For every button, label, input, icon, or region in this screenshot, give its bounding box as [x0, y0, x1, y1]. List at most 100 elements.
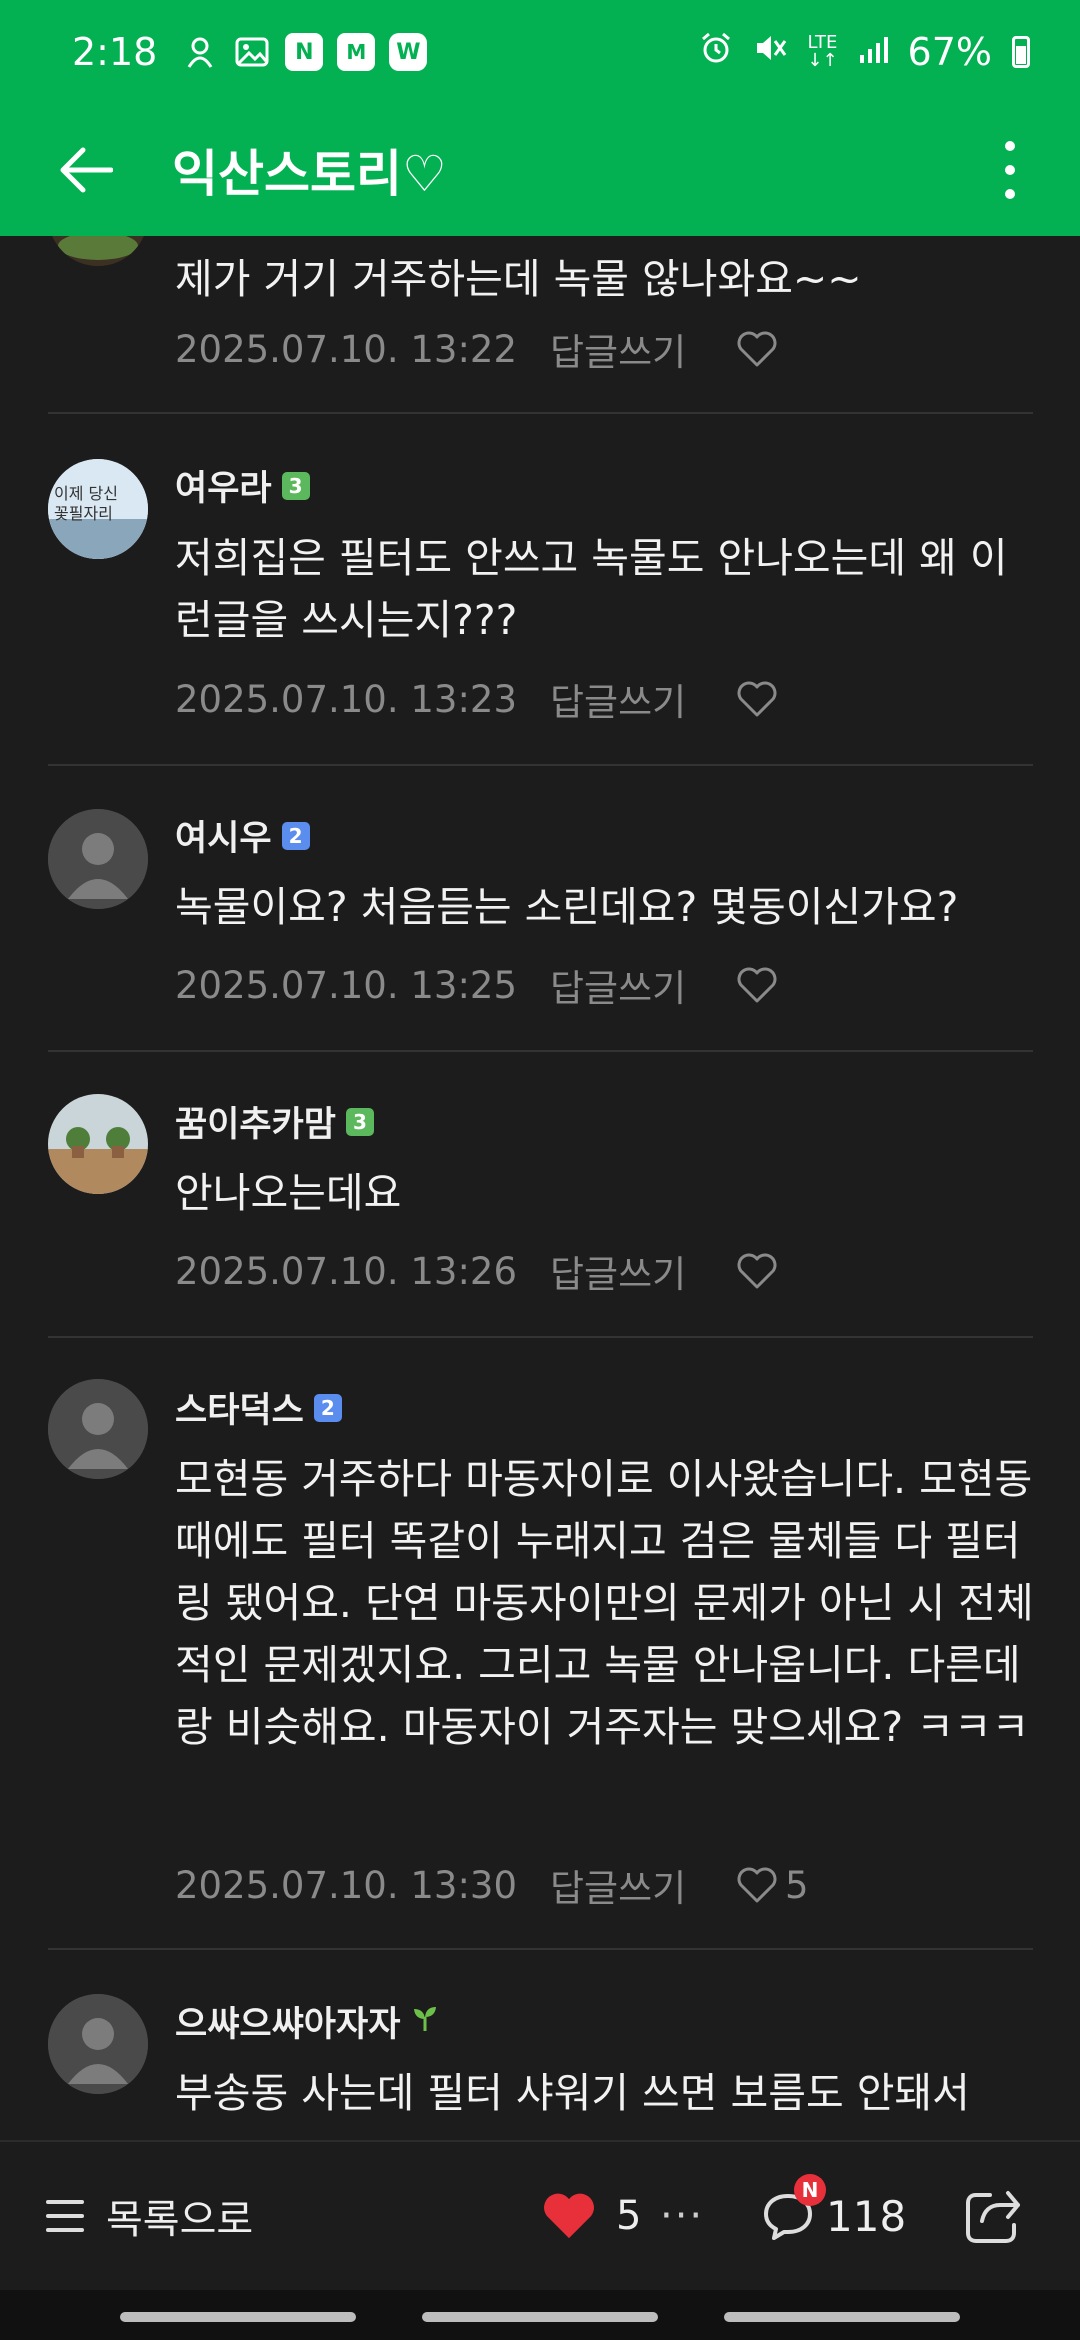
- comment-author[interactable]: 여시우 2: [175, 810, 310, 861]
- heart-outline-icon: [737, 1253, 777, 1289]
- comment-date: 2025.07.10. 13:30: [175, 1863, 517, 1907]
- alarm-icon: [699, 30, 733, 74]
- divider: [48, 1948, 1033, 1950]
- share-icon: [966, 2191, 1020, 2243]
- mute-icon: [753, 30, 787, 74]
- like-button[interactable]: 5: [735, 1864, 809, 1907]
- member-level-badge: 3: [346, 1107, 375, 1136]
- webtoon-icon: W: [389, 33, 428, 71]
- member-level-badge: 2: [313, 1393, 342, 1422]
- comment-count: 118: [826, 2191, 907, 2241]
- status-bar: 2:18 N M W LTE ↓↑ 67%: [0, 0, 1080, 104]
- comment-list[interactable]: 제가 거기 거주하는데 녹물 않나와요~~ 2025.07.10. 13:22 …: [0, 236, 1080, 2140]
- back-button[interactable]: [30, 115, 140, 225]
- app-notification-icon: [181, 33, 219, 71]
- back-arrow-icon: [60, 147, 113, 193]
- comment-text: 안나오는데요: [175, 1169, 402, 1217]
- notification-icons: N M W: [181, 33, 428, 71]
- mstock-icon: M: [337, 33, 376, 71]
- like-button[interactable]: [735, 329, 779, 369]
- svg-text:이제 당신: 이제 당신: [54, 484, 118, 503]
- like-button[interactable]: [735, 1251, 779, 1291]
- like-button[interactable]: [735, 965, 779, 1005]
- avatar[interactable]: [48, 809, 148, 909]
- lte-label: LTE: [807, 32, 838, 53]
- back-to-list-button[interactable]: 목록으로: [46, 2187, 253, 2245]
- battery-percent: 67%: [907, 30, 992, 74]
- comment-author[interactable]: 으쌰으쌰아자자: [175, 1996, 440, 2047]
- new-comment-badge: N: [794, 2174, 826, 2206]
- signal-icon: [858, 30, 888, 74]
- bottom-action-bar: 목록으로 5 ··· N 118: [0, 2140, 1080, 2290]
- author-name: 꿈이추카맘: [175, 1105, 337, 1145]
- back-to-list-label: 목록으로: [106, 2197, 254, 2243]
- comment-text: 녹물이요? 처음듣는 소린데요? 몇동이신가요?: [175, 883, 959, 931]
- system-navigation-bar: [0, 2290, 1080, 2340]
- comment-author[interactable]: 꿈이추카맘 3: [175, 1096, 375, 1147]
- like-list-more-button[interactable]: ···: [660, 2193, 704, 2239]
- comment-date: 2025.07.10. 13:25: [175, 963, 517, 1007]
- heart-outline-icon: [737, 331, 777, 367]
- heart-outline-icon: [737, 967, 777, 1003]
- battery-icon: [1012, 36, 1030, 68]
- comment-date: 2025.07.10. 13:22: [175, 327, 517, 371]
- reply-button[interactable]: 답글쓰기: [550, 322, 735, 376]
- comment-meta: 2025.07.10. 13:26 답글쓰기: [175, 1244, 779, 1298]
- reply-button[interactable]: 답글쓰기: [550, 1858, 735, 1912]
- more-dot: [1005, 141, 1015, 151]
- author-name: 스타덕스: [175, 1391, 304, 1431]
- more-dot: [1005, 165, 1015, 175]
- app-header: 2:18 N M W LTE ↓↑ 67% 익산스토리♡: [0, 0, 1080, 236]
- like-button[interactable]: [735, 679, 779, 719]
- comment-date: 2025.07.10. 13:26: [175, 1249, 517, 1293]
- comment-meta: 2025.07.10. 13:23 답글쓰기: [175, 672, 779, 726]
- lte-indicator: LTE ↓↑: [807, 32, 838, 71]
- avatar[interactable]: 이제 당신 꽃필자리: [48, 459, 148, 559]
- comment-author[interactable]: 여우라 3: [175, 460, 310, 511]
- sprout-level-icon: [410, 2003, 440, 2041]
- author-name: 으쌰으쌰아자자: [175, 2005, 401, 2045]
- post-like-button[interactable]: 5: [540, 2190, 641, 2242]
- avatar[interactable]: [48, 1994, 148, 2094]
- comment-text: 부송동 사는데 필터 샤워기 쓰면 보름도 안돼서: [175, 2069, 970, 2117]
- list-icon: [46, 2200, 84, 2232]
- divider: [48, 764, 1033, 766]
- divider: [48, 1050, 1033, 1052]
- gallery-icon: [233, 33, 271, 71]
- reply-button[interactable]: 답글쓰기: [550, 672, 735, 726]
- member-level-badge: 2: [281, 821, 310, 850]
- nav-recents-button[interactable]: [120, 2312, 356, 2322]
- more-options-button[interactable]: [980, 120, 1040, 220]
- nav-back-button[interactable]: [724, 2312, 960, 2322]
- svg-text:꽃필자리: 꽃필자리: [54, 504, 113, 523]
- comment-text: 저희집은 필터도 안쓰고 녹물도 안나오는데 왜 이런글을 쓰시는지???: [175, 534, 1008, 644]
- system-status-icons: LTE ↓↑ 67%: [699, 30, 1030, 74]
- avatar[interactable]: [48, 1094, 148, 1194]
- avatar[interactable]: [48, 236, 148, 266]
- status-time: 2:18: [72, 30, 158, 74]
- heart-filled-icon: [544, 2193, 594, 2239]
- cafe-title[interactable]: 익산스토리♡: [172, 134, 447, 206]
- divider: [48, 412, 1033, 414]
- share-button[interactable]: [960, 2183, 1026, 2249]
- comment-text: 제가 거기 거주하는데 녹물 않나와요~~: [175, 255, 862, 303]
- nav-home-button[interactable]: [422, 2312, 658, 2322]
- reply-button[interactable]: 답글쓰기: [550, 958, 735, 1012]
- post-like-count: 5: [616, 2193, 642, 2239]
- reply-button[interactable]: 답글쓰기: [550, 1244, 735, 1298]
- heart-outline-icon: [737, 681, 777, 717]
- divider: [48, 1336, 1033, 1338]
- comment-author[interactable]: 스타덕스 2: [175, 1382, 342, 1433]
- more-dot: [1005, 189, 1015, 199]
- comment-meta: 2025.07.10. 13:22 답글쓰기: [175, 322, 779, 376]
- naver-icon: N: [285, 33, 324, 71]
- comments-button[interactable]: N 118: [760, 2174, 907, 2244]
- avatar[interactable]: [48, 1379, 148, 1479]
- comment-icon: N: [760, 2174, 826, 2244]
- heart-outline-icon: [737, 1867, 777, 1903]
- like-count: 5: [785, 1863, 809, 1907]
- comment-meta: 2025.07.10. 13:30 답글쓰기 5: [175, 1858, 809, 1912]
- comment-text: 모현동 거주하다 마동자이로 이사왔습니다. 모현동때에도 필터 똑같이 누래지…: [175, 1455, 1034, 1751]
- author-name: 여시우: [175, 819, 272, 859]
- comment-date: 2025.07.10. 13:23: [175, 677, 517, 721]
